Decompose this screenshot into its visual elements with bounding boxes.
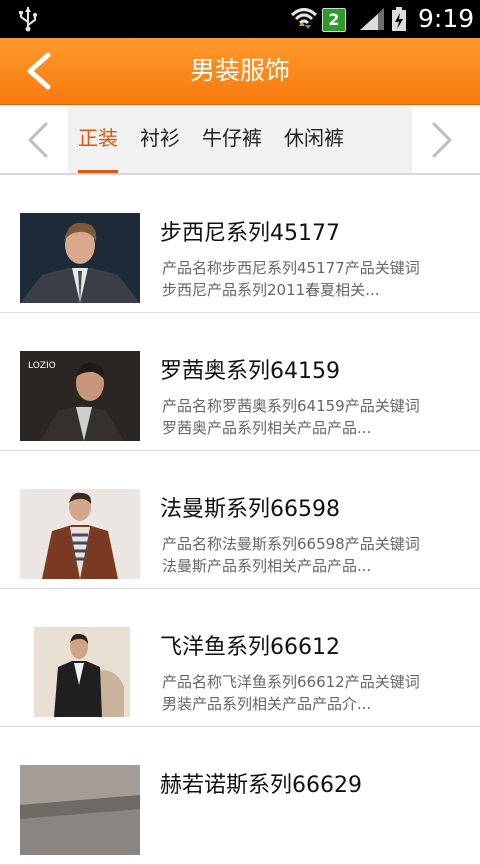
tab-jeans[interactable]: 牛仔裤 [202,105,262,173]
tab-shirts[interactable]: 衬衫 [140,105,180,173]
product-thumbnail [20,765,140,855]
product-description: 产品名称步西尼系列45177产品关键词 步西尼产品系列2011春夏相关... [162,257,468,301]
description-line: 产品名称法曼斯系列66598产品关键词 [162,535,420,553]
description-line: 罗茜奥产品系列相关产品产品... [162,419,372,437]
notification-badge: 2 [322,8,346,32]
category-tab-bar: 正装 衬衫 牛仔裤 休闲裤 [0,105,480,175]
clock: 9:19 [418,4,475,33]
product-name: 步西尼系列45177 [160,221,340,246]
signal-icon [360,8,384,30]
tab-strip: 正装 衬衫 牛仔裤 休闲裤 [68,105,412,173]
product-description: 产品名称飞洋鱼系列66612产品关键词 男装产品系列相关产品产品介... [162,671,468,715]
tab-casual-pants[interactable]: 休闲裤 [284,105,344,173]
product-name: 罗茜奥系列64159 [160,359,340,384]
status-bar: 2 9:19 [0,0,480,38]
battery-charging-icon [392,7,406,31]
product-item[interactable]: 飞洋鱼系列66612 产品名称飞洋鱼系列66612产品关键词 男装产品系列相关产… [0,589,480,727]
wifi-icon [290,8,318,29]
tabs-next-chevron-right-icon[interactable] [428,121,456,159]
product-name: 飞洋鱼系列66612 [160,635,340,660]
description-line: 步西尼产品系列2011春夏相关... [162,281,380,299]
description-line: 男装产品系列相关产品产品介... [162,695,372,713]
brand-logo: LOZIO [28,361,56,371]
product-description: 产品名称罗茜奥系列64159产品关键词 罗茜奥产品系列相关产品产品... [162,395,468,439]
product-thumbnail [20,213,140,303]
product-item[interactable]: 步西尼系列45177 产品名称步西尼系列45177产品关键词 步西尼产品系列20… [0,175,480,313]
description-line: 法曼斯产品系列相关产品产品... [162,557,372,575]
product-item[interactable]: LOZIO 罗茜奥系列64159 产品名称罗茜奥系列64159产品关键词 罗茜奥… [0,313,480,451]
product-description: 产品名称法曼斯系列66598产品关键词 法曼斯产品系列相关产品产品... [162,533,468,577]
header-bar: 男装服饰 [0,38,480,105]
product-thumbnail [20,627,140,717]
product-item[interactable]: 法曼斯系列66598 产品名称法曼斯系列66598产品关键词 法曼斯产品系列相关… [0,451,480,589]
tab-formal-wear[interactable]: 正装 [78,105,118,173]
product-name: 法曼斯系列66598 [160,497,340,522]
usb-icon [19,7,37,32]
product-item[interactable]: 赫若诺斯系列66629 [0,727,480,865]
product-thumbnail [20,489,140,579]
description-line: 产品名称罗茜奥系列64159产品关键词 [162,397,420,415]
tabs-prev-chevron-left-icon[interactable] [24,121,52,159]
back-chevron-left-icon[interactable] [22,52,56,90]
page-title: 男装服饰 [189,56,290,85]
description-line: 产品名称飞洋鱼系列66612产品关键词 [162,673,420,691]
product-name: 赫若诺斯系列66629 [160,773,362,798]
product-thumbnail: LOZIO [20,351,140,441]
description-line: 产品名称步西尼系列45177产品关键词 [162,259,420,277]
